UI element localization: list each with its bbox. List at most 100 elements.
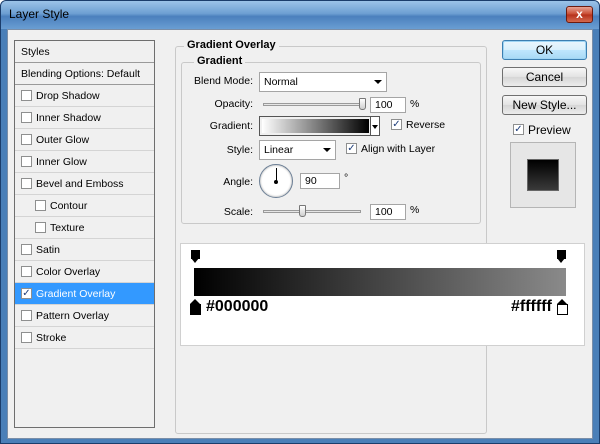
window-title: Layer Style [9,7,70,21]
align-with-layer-label: Align with Layer [361,143,436,155]
angle-dial-center [274,180,278,184]
title-bar[interactable]: Layer Style x [1,1,599,29]
checkbox-icon[interactable] [21,155,32,167]
styles-header[interactable]: Styles [15,41,154,63]
checkbox-icon[interactable] [21,331,32,343]
gradient-swatch[interactable] [259,116,372,136]
checkbox-icon[interactable] [35,199,46,211]
blending-options-item[interactable]: Blending Options: Default [15,63,154,85]
gradient-bar[interactable] [194,268,566,296]
layer-style-window: Layer Style x Styles Blending Options: D… [0,0,600,444]
color-stop-right[interactable] [557,299,568,315]
sidebar-item-label: Color Overlay [36,266,101,278]
gradient-group-title: Gradient [194,55,246,67]
opacity-stop-right-pointer [557,258,565,263]
scale-unit: % [410,204,420,216]
blend-mode-value: Normal [264,76,298,88]
sidebar-item-label: Inner Shadow [36,112,101,124]
sidebar-item-label: Texture [50,222,85,234]
reverse-checkbox[interactable]: ✓ Reverse [391,118,446,131]
preview-thumbnail [510,142,576,208]
sidebar-item-label: Drop Shadow [36,90,100,102]
opacity-stop-left[interactable] [191,250,200,264]
scale-label: Scale: [223,206,253,218]
preview-label: Preview [528,123,571,137]
close-icon: x [576,7,583,21]
opacity-stop-left-pointer [191,258,199,263]
opacity-unit: % [410,98,420,110]
sidebar-item-gradient-overlay[interactable]: ✓ Gradient Overlay [15,283,154,305]
ok-button[interactable]: OK [502,40,587,60]
sidebar-item-texture[interactable]: Texture [15,217,154,239]
scale-input[interactable]: 100 [370,204,406,220]
opacity-slider[interactable] [263,103,366,106]
blend-mode-select[interactable]: Normal [259,72,387,92]
checkbox-icon[interactable] [21,309,32,321]
sidebar-item-stroke[interactable]: Stroke [15,327,154,349]
styles-list: Styles Blending Options: Default Drop Sh… [14,40,155,428]
sidebar-item-label: Outer Glow [36,134,90,146]
chevron-down-icon [323,148,331,152]
sidebar-item-inner-glow[interactable]: Inner Glow [15,151,154,173]
sidebar-item-label: Gradient Overlay [36,288,116,300]
color-stop-left[interactable] [190,299,201,315]
sidebar-item-drop-shadow[interactable]: Drop Shadow [15,85,154,107]
checkbox-icon[interactable]: ✓ [21,287,32,299]
chevron-down-icon [374,80,382,84]
sidebar-item-label: Contour [50,200,88,212]
close-button[interactable]: x [566,6,593,23]
opacity-slider-thumb[interactable] [359,98,366,110]
align-with-layer-checkbox[interactable]: ✓ Align with Layer [346,142,436,155]
gradient-overlay-title: Gradient Overlay [184,39,279,51]
checkbox-icon[interactable] [21,265,32,277]
gradient-dropdown-button[interactable] [370,116,380,136]
sidebar-item-label: Stroke [36,332,67,344]
align-check-icon: ✓ [346,142,357,154]
opacity-stop-right[interactable] [557,250,566,264]
checkbox-icon[interactable] [21,177,32,189]
sidebar-item-contour[interactable]: Contour [15,195,154,217]
angle-dial[interactable] [259,164,293,198]
scale-slider-thumb[interactable] [299,205,307,217]
blend-mode-label: Blend Mode: [194,75,253,87]
chevron-down-icon [372,125,378,129]
sidebar-item-color-overlay[interactable]: Color Overlay [15,261,154,283]
color-stop-right-swatch [557,304,568,315]
sidebar-item-outer-glow[interactable]: Outer Glow [15,129,154,151]
checkbox-icon[interactable] [21,133,32,145]
preview-checkbox[interactable]: ✓ Preview [513,123,571,137]
cancel-button[interactable]: Cancel [502,67,587,87]
gradient-swatch-fill [262,119,369,133]
checkbox-icon[interactable] [21,89,32,101]
scale-slider[interactable] [263,210,361,213]
checkbox-icon[interactable] [21,111,32,123]
sidebar-item-label: Satin [36,244,60,256]
style-label: Style: [226,144,253,156]
sidebar-item-label: Bevel and Emboss [36,178,124,190]
sidebar-item-inner-shadow[interactable]: Inner Shadow [15,107,154,129]
sidebar-item-bevel-and-emboss[interactable]: Bevel and Emboss [15,173,154,195]
angle-label: Angle: [223,176,253,188]
sidebar-item-label: Pattern Overlay [36,310,109,322]
sidebar-item-pattern-overlay[interactable]: Pattern Overlay [15,305,154,327]
opacity-label: Opacity: [214,98,253,110]
angle-unit: ° [344,172,349,184]
checkbox-icon[interactable] [21,243,32,255]
new-style-button[interactable]: New Style... [502,95,587,115]
reverse-check-icon: ✓ [391,118,402,130]
reverse-label: Reverse [406,119,446,131]
preview-check-icon: ✓ [513,124,524,136]
angle-input[interactable]: 90 [300,173,340,189]
right-color-hex: #ffffff [511,298,552,315]
sidebar-item-satin[interactable]: Satin [15,239,154,261]
style-select[interactable]: Linear [259,140,336,160]
left-color-hex: #000000 [206,298,269,315]
gradient-editor: #000000 #ffffff [180,243,585,346]
checkbox-icon[interactable] [35,221,46,233]
sidebar-item-label: Inner Glow [36,156,87,168]
gradient-label: Gradient: [209,120,253,132]
preview-swatch [527,159,559,191]
opacity-input[interactable]: 100 [370,97,406,113]
color-stop-left-swatch [190,304,201,315]
dialog-client: Styles Blending Options: Default Drop Sh… [7,29,593,439]
